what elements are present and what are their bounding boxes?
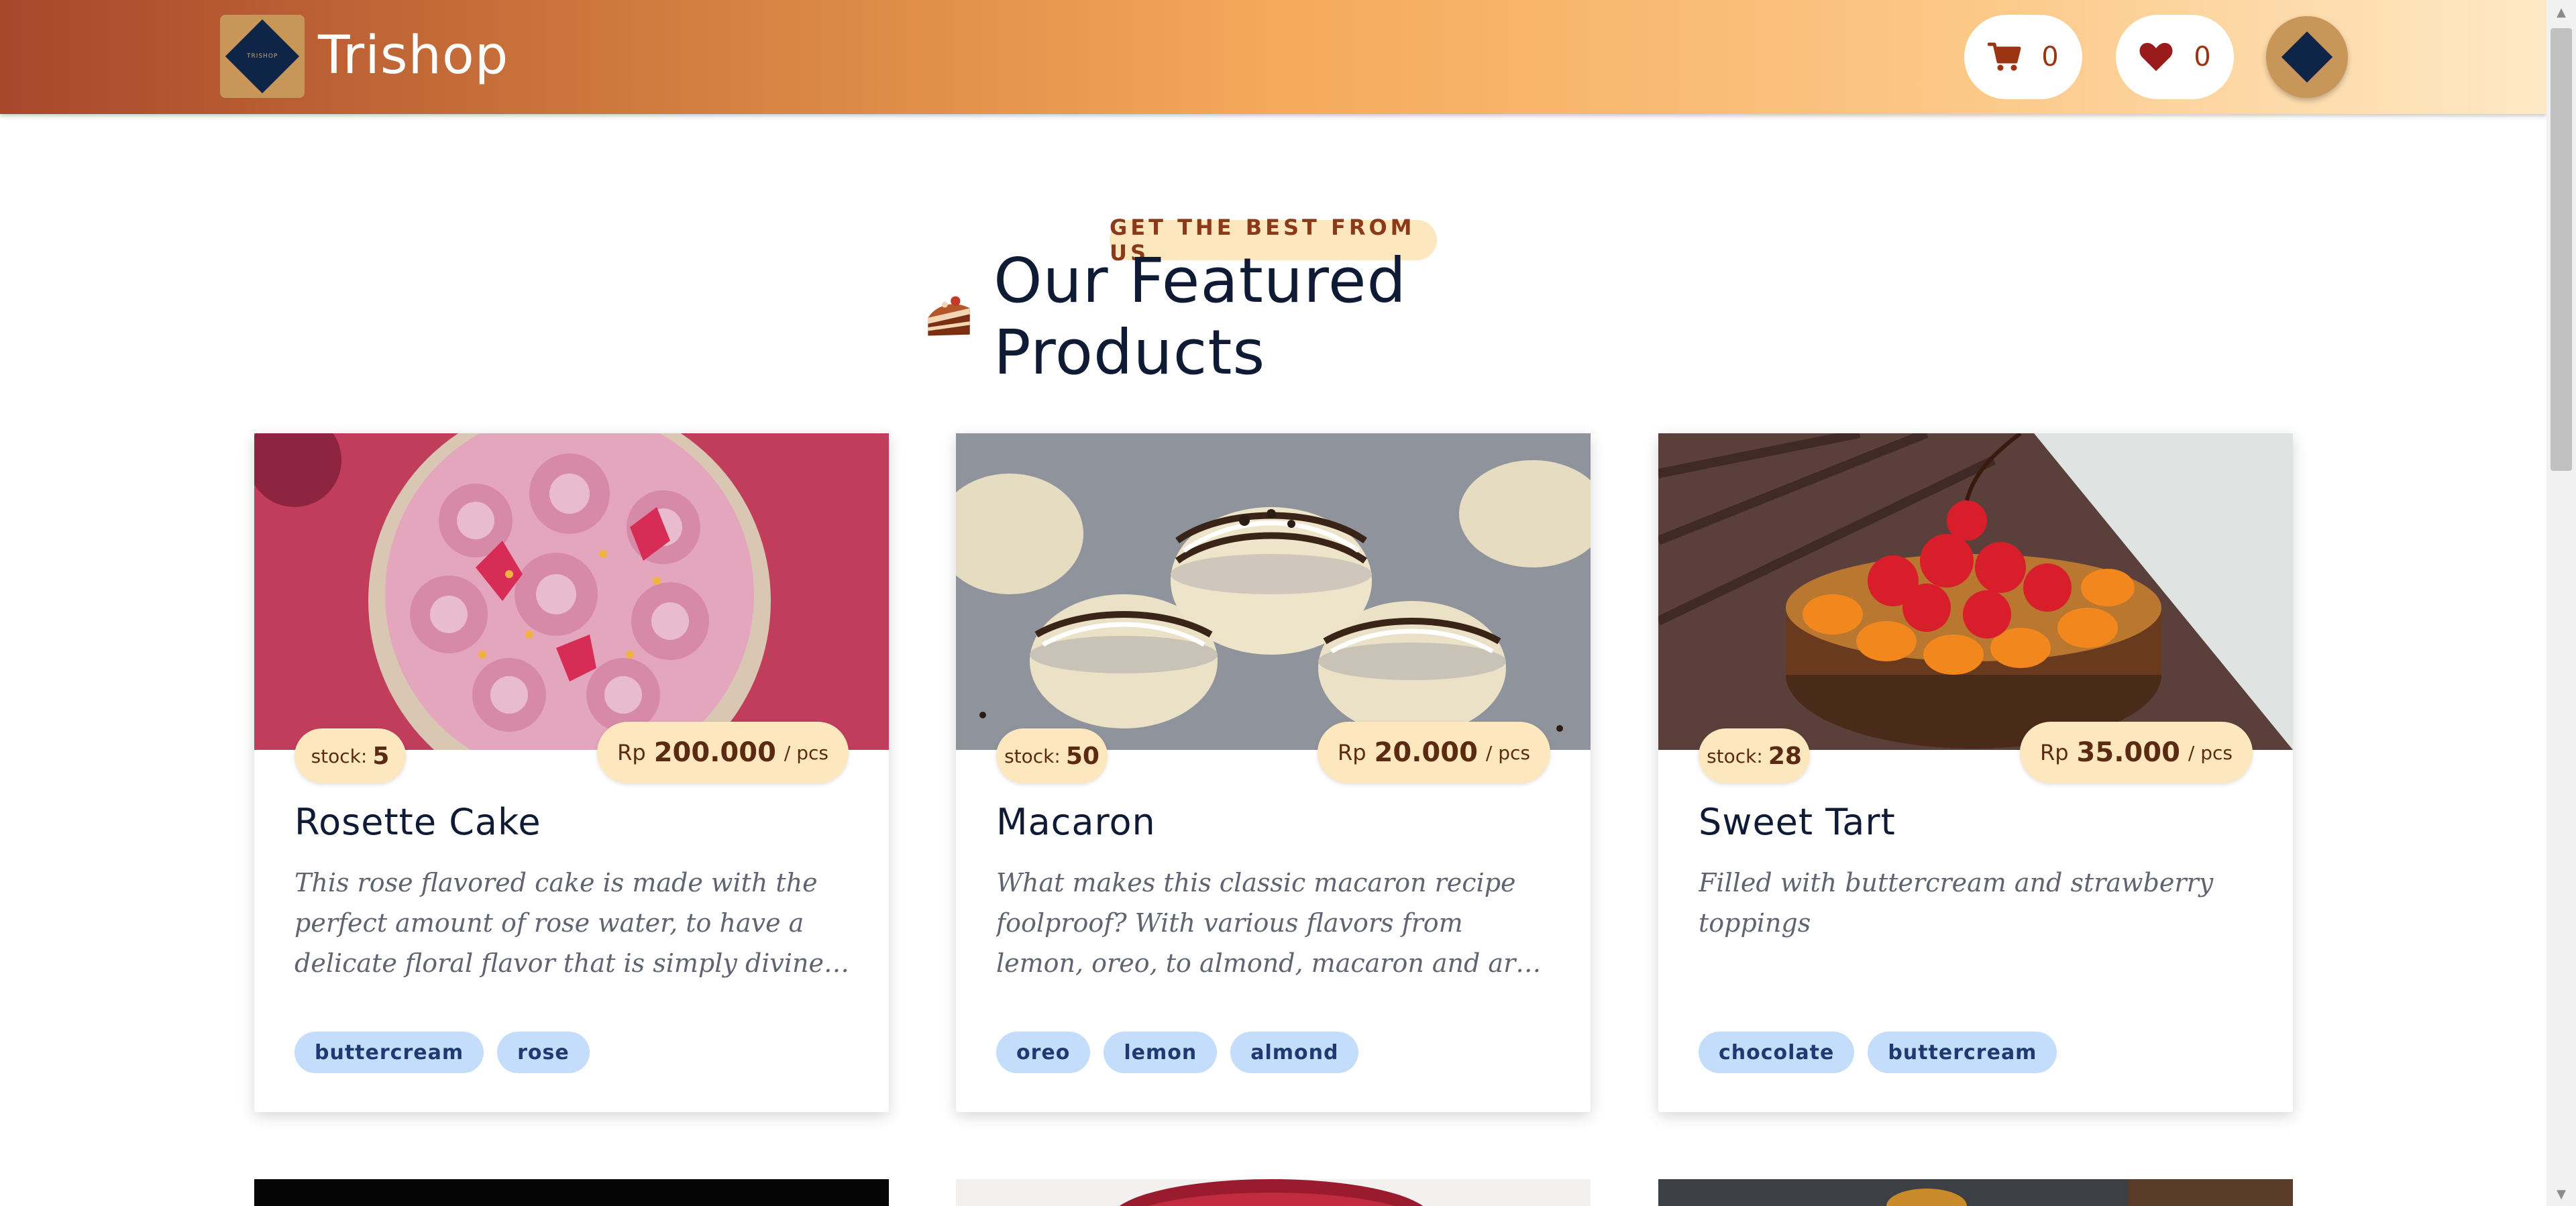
brand-logo[interactable]: TRISHOP (220, 15, 305, 98)
price-badge: Rp 35.000 / pcs (2020, 722, 2253, 783)
product-description: What makes this classic macaron recipe f… (996, 868, 1531, 978)
product-card-partial[interactable] (254, 1179, 889, 1206)
product-card[interactable]: stock: 28 Rp 35.000 / pcs Sweet Tart Fil… (1658, 433, 2293, 1112)
product-name[interactable]: Macaron (996, 801, 1156, 843)
page-scrollbar[interactable]: ▲ ▼ (2546, 0, 2576, 1206)
product-card-partial[interactable] (956, 1179, 1591, 1206)
scroll-up-icon[interactable]: ▲ (2546, 0, 2576, 24)
brand-name[interactable]: Trishop (318, 19, 508, 93)
tag[interactable]: rose (497, 1032, 590, 1073)
section-heading: Our Featured Products (924, 245, 1622, 388)
tag[interactable]: lemon (1104, 1032, 1218, 1073)
product-name[interactable]: Sweet Tart (1699, 801, 1896, 843)
top-navbar: TRISHOP Trishop 0 0 (0, 0, 2546, 114)
product-description: Filled with buttercream and strawberry t… (1699, 868, 2214, 938)
product-tags: chocolate buttercream (1699, 1032, 2057, 1073)
stock-badge: stock: 28 (1699, 728, 1810, 783)
wishlist-count: 0 (2194, 42, 2211, 72)
logo-text: TRISHOP (246, 53, 278, 60)
tag[interactable]: oreo (996, 1032, 1091, 1073)
shopping-cart-icon (1988, 42, 2021, 71)
product-tags: buttercream rose (294, 1032, 590, 1073)
product-image[interactable] (254, 433, 889, 750)
product-card[interactable]: stock: 50 Rp 20.000 / pcs Macaron What m… (956, 433, 1591, 1112)
product-image[interactable] (1658, 433, 2293, 750)
cake-slice-icon (928, 296, 970, 336)
user-avatar[interactable] (2266, 16, 2348, 98)
price-badge: Rp 200.000 / pcs (597, 722, 849, 783)
tag[interactable]: buttercream (1868, 1032, 2057, 1073)
tag[interactable]: chocolate (1699, 1032, 1855, 1073)
product-image[interactable] (956, 433, 1591, 750)
product-tags: oreo lemon almond (996, 1032, 1359, 1073)
cart-button[interactable]: 0 (1964, 15, 2082, 99)
product-description: This rose flavored cake is made with the… (294, 868, 833, 978)
product-card[interactable]: stock: 5 Rp 200.000 / pcs Rosette Cake T… (254, 433, 889, 1112)
wishlist-button[interactable]: 0 (2116, 15, 2234, 99)
product-name[interactable]: Rosette Cake (294, 801, 541, 843)
heart-icon (2139, 43, 2173, 71)
tag[interactable]: buttercream (294, 1032, 484, 1073)
scroll-down-icon[interactable]: ▼ (2546, 1182, 2576, 1206)
price-badge: Rp 20.000 / pcs (1318, 722, 1550, 783)
cart-count: 0 (2041, 42, 2059, 72)
page-title: Our Featured Products (994, 245, 1407, 388)
stock-badge: stock: 5 (294, 728, 406, 783)
stock-badge: stock: 50 (996, 728, 1108, 783)
scrollbar-thumb[interactable] (2551, 28, 2572, 471)
product-card-partial[interactable] (1658, 1179, 2293, 1206)
tag[interactable]: almond (1230, 1032, 1359, 1073)
